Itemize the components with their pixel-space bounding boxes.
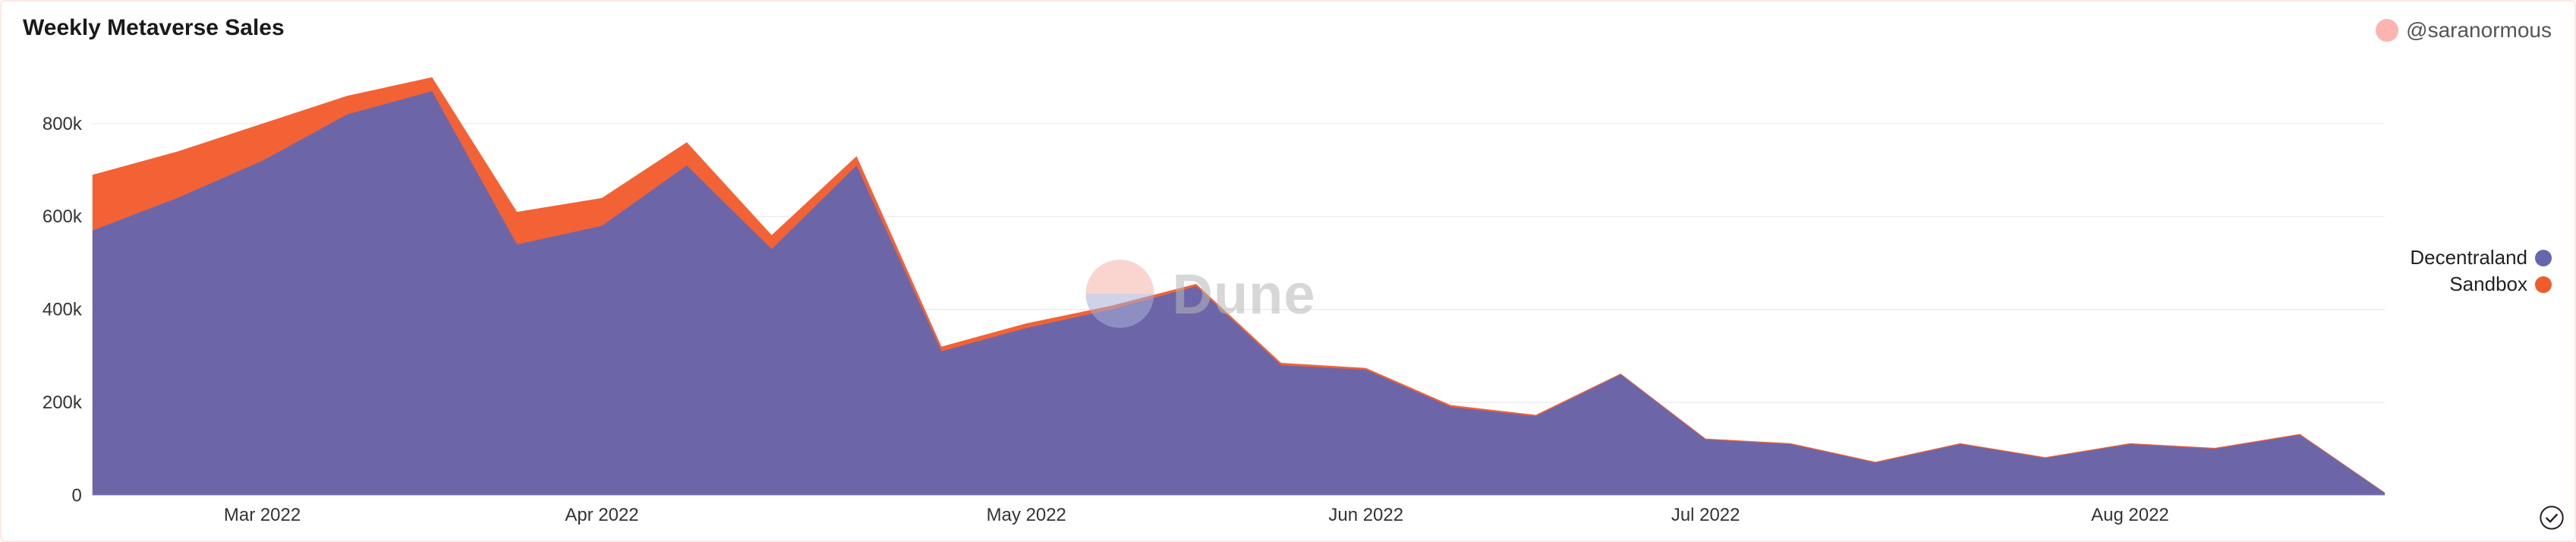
chart-title: Weekly Metaverse Sales xyxy=(23,15,285,41)
svg-text:0: 0 xyxy=(72,485,82,506)
svg-text:400k: 400k xyxy=(43,300,82,320)
author-badge[interactable]: @saranormous xyxy=(2376,18,2552,43)
svg-text:Apr 2022: Apr 2022 xyxy=(565,505,638,525)
verified-check-icon xyxy=(2540,506,2564,530)
legend-label: Sandbox xyxy=(2449,273,2527,296)
area-decentraland xyxy=(93,91,2385,495)
author-handle: @saranormous xyxy=(2406,18,2552,43)
svg-text:Aug 2022: Aug 2022 xyxy=(2091,505,2169,525)
legend: Decentraland Sandbox xyxy=(2410,243,2552,299)
svg-text:Jul 2022: Jul 2022 xyxy=(1671,505,1740,525)
svg-text:Jun 2022: Jun 2022 xyxy=(1328,505,1403,525)
svg-text:800k: 800k xyxy=(43,114,82,134)
svg-text:200k: 200k xyxy=(43,392,82,413)
plot-area: 0 200k 400k 600k 800k Mar 2022 Apr 2022 May 202… xyxy=(2,47,2400,540)
legend-item-sandbox[interactable]: Sandbox xyxy=(2410,273,2552,296)
svg-text:600k: 600k xyxy=(43,206,82,227)
legend-swatch-icon xyxy=(2535,250,2552,266)
chart-svg: 0 200k 400k 600k 800k Mar 2022 Apr 2022 May 202… xyxy=(2,47,2400,540)
legend-item-decentraland[interactable]: Decentraland xyxy=(2410,246,2552,269)
legend-swatch-icon xyxy=(2535,276,2552,293)
author-avatar-icon xyxy=(2376,19,2398,42)
legend-label: Decentraland xyxy=(2410,246,2527,269)
svg-text:May 2022: May 2022 xyxy=(987,505,1066,525)
chart-panel: Weekly Metaverse Sales @saranormous 0 200… xyxy=(0,0,2576,542)
svg-text:Mar 2022: Mar 2022 xyxy=(224,505,301,525)
